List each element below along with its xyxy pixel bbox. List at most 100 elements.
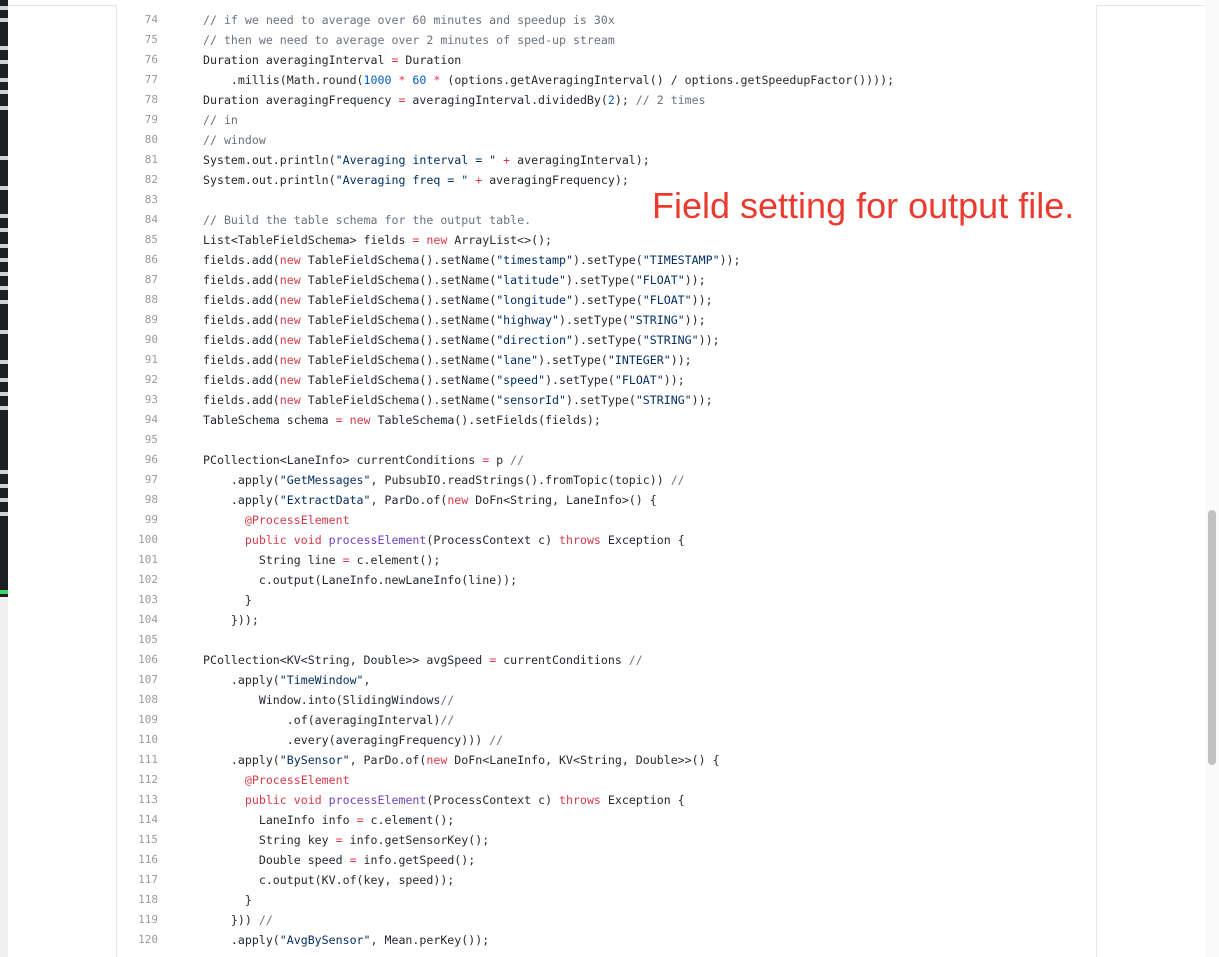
code-line[interactable]: 109 .of(averagingInterval)//	[117, 710, 1096, 730]
code-line[interactable]: 106 PCollection<KV<String, Double>> avgSp…	[117, 650, 1096, 670]
line-number: 98	[144, 493, 158, 506]
code-text: .apply("AvgBySensor", Mean.perKey());	[203, 933, 490, 947]
code-line[interactable]: 116 Double speed = info.getSpeed();	[117, 850, 1096, 870]
code-line[interactable]: 90 fields.add(new TableFieldSchema().setN…	[117, 330, 1096, 350]
code-line[interactable]: 110 .every(averagingFrequency))) //	[117, 730, 1096, 750]
code-text: // window	[203, 133, 266, 147]
code-line[interactable]: 108 Window.into(SlidingWindows//	[117, 690, 1096, 710]
code-line[interactable]: 114 LaneInfo info = c.element();	[117, 810, 1096, 830]
line-number: 111	[138, 753, 158, 766]
code-text: PCollection<KV<String, Double>> avgSpeed…	[203, 653, 643, 667]
line-number: 117	[138, 873, 158, 886]
code-viewer[interactable]: 74 // if we need to average over 60 minut…	[116, 5, 1097, 957]
code-line[interactable]: 102 c.output(LaneInfo.newLaneInfo(line))…	[117, 570, 1096, 590]
code-text: String line = c.element();	[203, 553, 441, 567]
line-number: 106	[138, 653, 158, 666]
code-line[interactable]: 85 List<TableFieldSchema> fields = new Ar…	[117, 230, 1096, 250]
code-line[interactable]: 107 .apply("TimeWindow",	[117, 670, 1096, 690]
code-text: .every(averagingFrequency))) //	[203, 733, 504, 747]
code-line[interactable]: 93 fields.add(new TableFieldSchema().setN…	[117, 390, 1096, 410]
code-line[interactable]: 74 // if we need to average over 60 minut…	[117, 10, 1096, 30]
code-text: Window.into(SlidingWindows//	[203, 693, 455, 707]
line-number: 113	[138, 793, 158, 806]
code-text: c.output(LaneInfo.newLaneInfo(line));	[203, 573, 518, 587]
line-number: 81	[144, 153, 158, 166]
line-number: 101	[138, 553, 158, 566]
code-line[interactable]: 100 public void processElement(ProcessCo…	[117, 530, 1096, 550]
code-text: Duration averagingFrequency = averagingI…	[203, 93, 706, 107]
code-text: }));	[203, 613, 259, 627]
code-line[interactable]: 76 Duration averagingInterval = Duration	[117, 50, 1096, 70]
code-line[interactable]: 103 }	[117, 590, 1096, 610]
code-line[interactable]: 95	[117, 430, 1096, 450]
code-text: .millis(Math.round(1000 * 60 * (options.…	[203, 73, 895, 87]
scrollbar-track[interactable]	[1205, 0, 1219, 957]
line-number: 83	[144, 193, 158, 206]
line-number: 87	[144, 273, 158, 286]
code-line[interactable]: 104 }));	[117, 610, 1096, 630]
line-number: 76	[144, 53, 158, 66]
code-line[interactable]: 117 c.output(KV.of(key, speed));	[117, 870, 1096, 890]
code-line[interactable]: 79 // in	[117, 110, 1096, 130]
line-number: 107	[138, 673, 158, 686]
line-number: 88	[144, 293, 158, 306]
code-line[interactable]: 77 .millis(Math.round(1000 * 60 * (optio…	[117, 70, 1096, 90]
code-text: .of(averagingInterval)//	[203, 713, 455, 727]
code-text: public void processElement(ProcessContex…	[244, 533, 685, 547]
code-text: Double speed = info.getSpeed();	[203, 853, 476, 867]
code-line[interactable]: 81 System.out.println("Averaging interval…	[117, 150, 1096, 170]
code-text: c.output(KV.of(key, speed));	[203, 873, 455, 887]
code-text: fields.add(new TableFieldSchema().setNam…	[203, 393, 713, 407]
scrollbar-thumb[interactable]	[1208, 510, 1216, 765]
code-line[interactable]: 98 .apply("ExtractData", ParDo.of(new Do…	[117, 490, 1096, 510]
line-number: 118	[138, 893, 158, 906]
code-line[interactable]: 96 PCollection<LaneInfo> currentCondition…	[117, 450, 1096, 470]
code-text: @ProcessElement	[244, 773, 350, 787]
code-text: fields.add(new TableFieldSchema().setNam…	[203, 313, 706, 327]
line-number: 115	[138, 833, 158, 846]
code-line[interactable]: 101 String line = c.element();	[117, 550, 1096, 570]
code-line[interactable]: 86 fields.add(new TableFieldSchema().setN…	[117, 250, 1096, 270]
code-line[interactable]: 118 }	[117, 890, 1096, 910]
code-text: fields.add(new TableFieldSchema().setNam…	[203, 273, 706, 287]
line-number: 93	[144, 393, 158, 406]
code-line[interactable]: 78 Duration averagingFrequency = averagin…	[117, 90, 1096, 110]
line-number: 102	[138, 573, 158, 586]
code-line[interactable]: 99 @ProcessElement	[117, 510, 1096, 530]
code-line[interactable]: 111 .apply("BySensor", ParDo.of(new DoFn…	[117, 750, 1096, 770]
code-text: fields.add(new TableFieldSchema().setNam…	[203, 353, 692, 367]
page-gutter	[8, 0, 116, 957]
line-number: 110	[138, 733, 158, 746]
code-line[interactable]: 105	[117, 630, 1096, 650]
code-line[interactable]: 115 String key = info.getSensorKey();	[117, 830, 1096, 850]
code-text: fields.add(new TableFieldSchema().setNam…	[203, 253, 741, 267]
code-text: .apply("GetMessages", PubsubIO.readStrin…	[203, 473, 685, 487]
code-line[interactable]: 75 // then we need to average over 2 minu…	[117, 30, 1096, 50]
code-text: @ProcessElement	[244, 513, 350, 527]
code-line[interactable]: 87 fields.add(new TableFieldSchema().setN…	[117, 270, 1096, 290]
line-number: 94	[144, 413, 158, 426]
code-line[interactable]: 80 // window	[117, 130, 1096, 150]
code-line[interactable]: 92 fields.add(new TableFieldSchema().setN…	[117, 370, 1096, 390]
code-line[interactable]: 120 .apply("AvgBySensor", Mean.perKey())…	[117, 930, 1096, 950]
code-text: fields.add(new TableFieldSchema().setNam…	[203, 373, 685, 387]
code-text: // Build the table schema for the output…	[203, 213, 532, 227]
line-number: 103	[138, 593, 158, 606]
code-text: })) //	[203, 913, 273, 927]
code-text: System.out.println("Averaging interval =…	[203, 153, 650, 167]
code-line[interactable]: 119 })) //	[117, 910, 1096, 930]
code-line[interactable]: 88 fields.add(new TableFieldSchema().setN…	[117, 290, 1096, 310]
annotation-label: Field setting for output file.	[652, 185, 1075, 226]
code-text: List<TableFieldSchema> fields = new Arra…	[203, 233, 553, 247]
code-line[interactable]: 94 TableSchema schema = new TableSchema()…	[117, 410, 1096, 430]
code-line[interactable]: 89 fields.add(new TableFieldSchema().setN…	[117, 310, 1096, 330]
background-terminal-strip	[0, 0, 8, 957]
code-line[interactable]: 112 @ProcessElement	[117, 770, 1096, 790]
line-number: 74	[144, 13, 158, 26]
code-text: String key = info.getSensorKey();	[203, 833, 490, 847]
code-line[interactable]: 97 .apply("GetMessages", PubsubIO.readSt…	[117, 470, 1096, 490]
code-line[interactable]: 113 public void processElement(ProcessCo…	[117, 790, 1096, 810]
line-number: 97	[144, 473, 158, 486]
code-text: // then we need to average over 2 minute…	[203, 33, 615, 47]
code-line[interactable]: 91 fields.add(new TableFieldSchema().setN…	[117, 350, 1096, 370]
